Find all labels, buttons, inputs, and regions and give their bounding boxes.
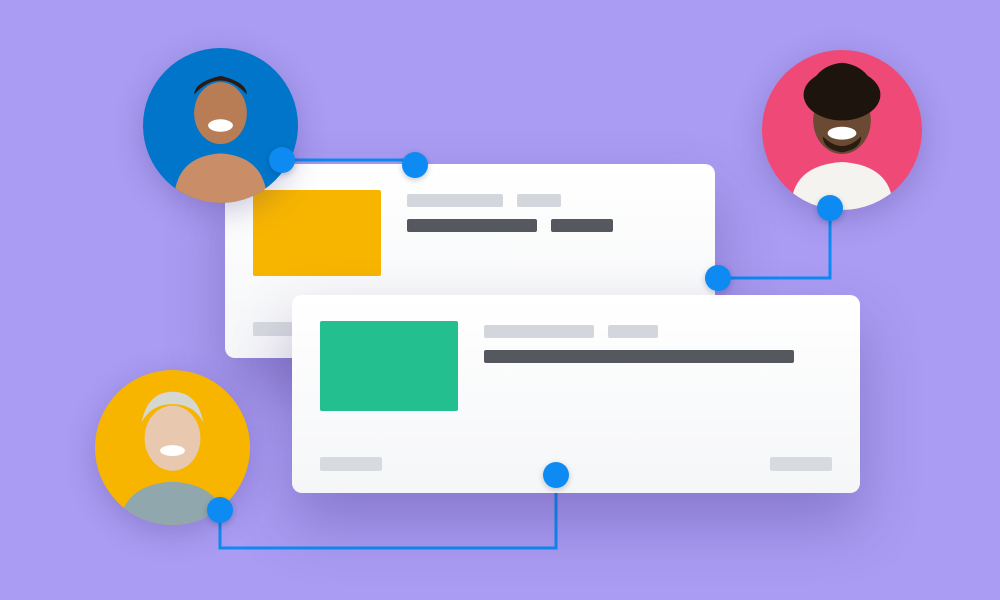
placeholder-line [484,350,794,363]
connector-node [402,152,428,178]
diagram-canvas [0,0,1000,600]
person-icon [762,50,922,210]
connector-node [705,265,731,291]
placeholder-line [407,219,537,232]
content-card-2 [292,295,860,493]
avatar-person-top-right [762,50,922,210]
person-icon [143,48,298,203]
placeholder-line [551,219,613,232]
placeholder-pill [320,457,382,471]
connector-node [207,497,233,523]
card-thumbnail [320,321,458,411]
placeholder-line [484,325,594,338]
placeholder-line [608,325,658,338]
connector-node [817,195,843,221]
connector-node [543,462,569,488]
card-thumbnail [253,190,381,276]
placeholder-pill [770,457,832,471]
avatar-person-top-left [143,48,298,203]
placeholder-line [407,194,503,207]
placeholder-line [517,194,561,207]
connector-node [269,147,295,173]
